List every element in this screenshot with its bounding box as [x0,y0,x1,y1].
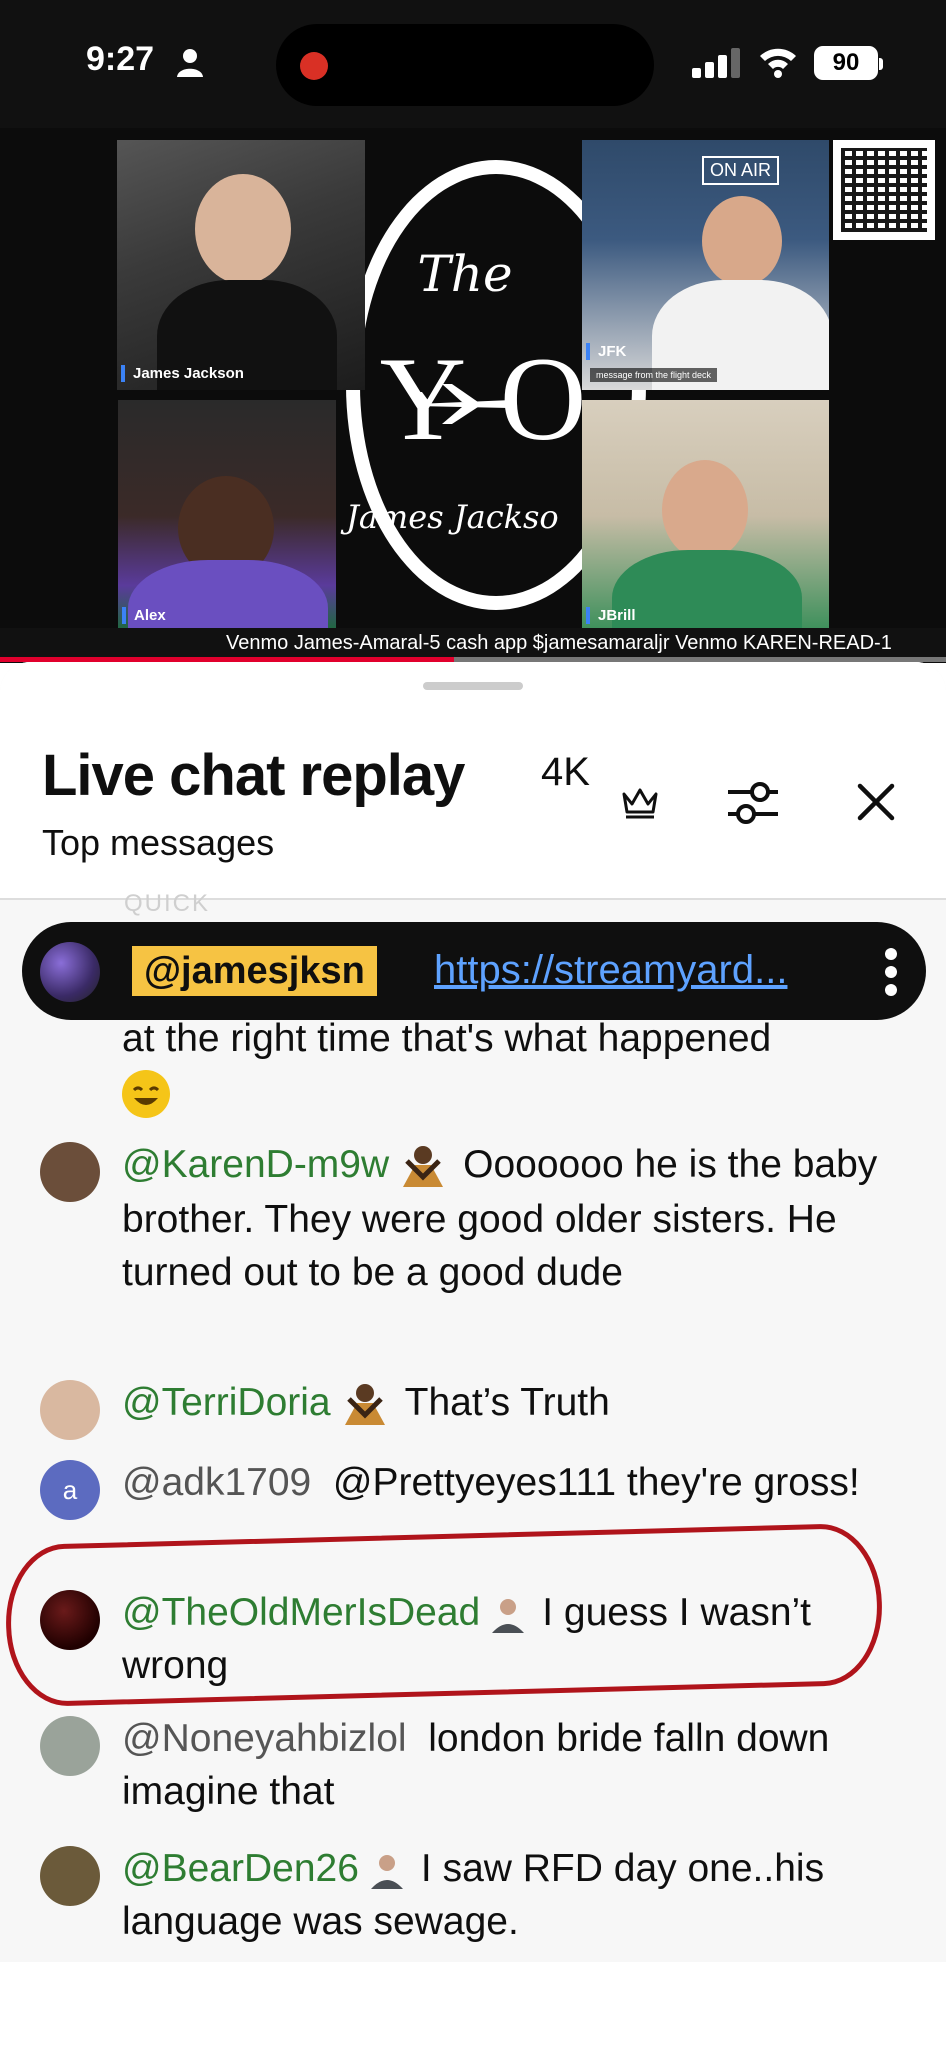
on-air-sign: ON AIR [702,156,780,185]
settings-sliders-icon[interactable] [726,778,780,828]
tile-label: JBrill [586,607,636,624]
chat-message: a @adk1709 @Prettyeyes111 they're gross! [40,1456,910,1520]
bottom-safe-area [0,1962,946,2048]
tile-label: James Jackson [121,365,244,382]
chat-header: Live chat replay 4K Top messages [0,662,946,900]
donation-ticker: Venmo James-Amaral-5 cash app $jamesamar… [0,628,946,658]
avatar[interactable] [40,1846,100,1906]
tile-label: Alex [122,607,166,624]
wifi-icon [760,48,796,78]
video-player[interactable]: 9:27 90 The Y O James Jackso James Jacks… [0,0,946,663]
participant-face [662,460,748,560]
person-icon [177,49,203,77]
crown-icon[interactable] [620,784,660,820]
avatar[interactable] [40,1716,100,1776]
airplane-icon [414,384,517,424]
drag-handle[interactable] [423,682,523,690]
rofl-emoji-icon [122,1069,170,1118]
participant-face [702,196,782,286]
avatar[interactable]: a [40,1460,100,1520]
avatar[interactable] [40,1380,100,1440]
more-vert-icon[interactable] [884,946,898,998]
video-tile-jfk: ON AIR JFK message from the flight deck [582,140,829,390]
chat-title: Live chat replay [42,743,465,808]
video-tile-jbrill: JBrill [582,400,829,632]
video-tile-alex: Alex [118,400,336,632]
chat-message: at the right time that's what happened [40,1012,910,1118]
hand-drawn-circle-annotation [4,1522,884,1708]
pinned-message[interactable]: @jamesjksn https://streamyard... [22,922,926,1020]
avatar[interactable] [40,1142,100,1202]
chat-message: @KarenD-m9w Ooooooo he is the baby brothe… [40,1138,910,1299]
status-bar: 9:27 90 [0,0,946,128]
dynamic-island [276,24,654,106]
message-author[interactable]: @adk1709 [122,1461,311,1504]
avatar[interactable] [40,942,100,1002]
chat-message: @Noneyahbizlol london bride falln down i… [40,1712,910,1818]
message-text: at the right time that's what happened [122,1017,772,1060]
qr-code [833,140,935,240]
faded-message-fragment: QUICK [124,890,211,917]
logo-the: The [417,245,513,303]
close-icon[interactable] [852,778,900,826]
chat-message: @TerriDoria That’s Truth [40,1376,910,1440]
member-badge-icon [403,1145,444,1187]
pinned-link[interactable]: https://streamyard... [434,948,787,993]
cellular-signal-icon [692,48,740,78]
logo-subtitle: James Jackso [346,498,559,536]
tile-label: JFK [586,343,626,360]
chat-mode-selector[interactable]: Top messages [42,822,274,864]
message-text: @Prettyeyes111 they're gross! [332,1461,860,1504]
battery-indicator: 90 [814,46,883,80]
participant-body [612,550,802,632]
clock: 9:27 [86,40,155,78]
participant-face [195,174,291,284]
message-author[interactable]: @Noneyahbizlol [122,1717,407,1760]
pinned-author[interactable]: @jamesjksn [132,946,377,996]
viewer-count: 4K [541,750,590,794]
message-author[interactable]: @TerriDoria [122,1381,331,1424]
chat-message: @BearDen26 I saw RFD day one..his languag… [40,1842,910,1948]
member-badge-icon [370,1854,403,1889]
video-tile-james-jackson: James Jackson [117,140,365,390]
member-badge-icon [344,1383,385,1425]
message-author[interactable]: @KarenD-m9w [122,1143,389,1186]
message-text: That’s Truth [404,1381,610,1424]
message-author[interactable]: @BearDen26 [122,1847,359,1890]
tile-caption: message from the flight deck [590,368,718,382]
recording-dot-icon [300,52,328,80]
